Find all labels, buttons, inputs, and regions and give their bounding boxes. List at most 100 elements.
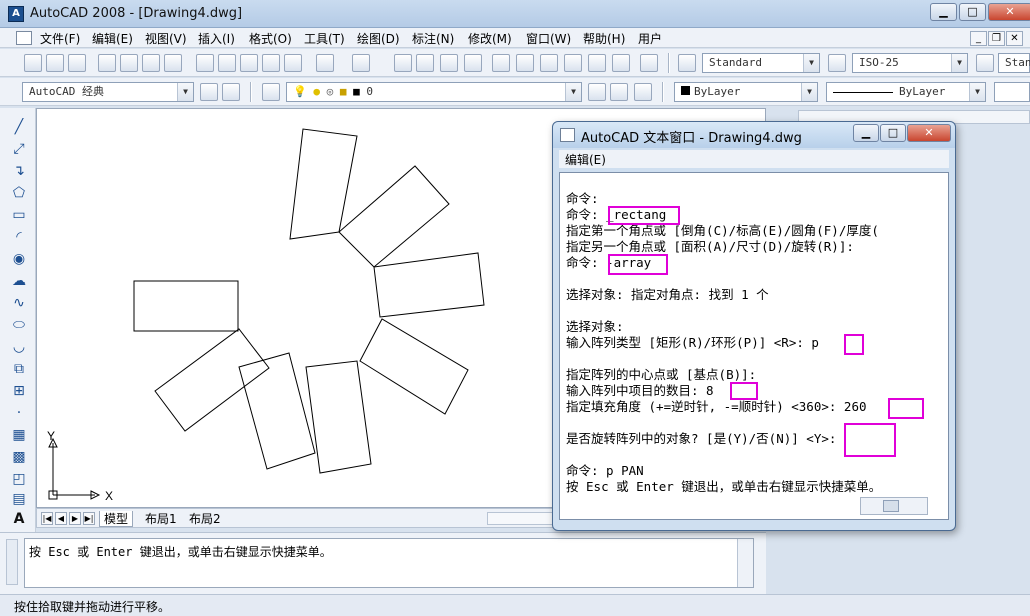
text-window-maximize-button[interactable]: □ xyxy=(880,124,906,142)
dim-style-icon[interactable] xyxy=(828,54,846,72)
new-icon[interactable] xyxy=(24,54,42,72)
calculator-icon[interactable] xyxy=(612,54,630,72)
make-block-icon[interactable]: ⊞ xyxy=(9,382,29,400)
dim-style-combo[interactable]: ISO-25 ▼ xyxy=(852,53,968,73)
tab-layout1[interactable]: 布局1 xyxy=(141,511,181,527)
zoom-realtime-icon[interactable] xyxy=(416,54,434,72)
make-layer-current-icon[interactable] xyxy=(588,83,606,101)
table-icon[interactable]: ▤ xyxy=(9,490,29,508)
plot-preview-icon[interactable] xyxy=(120,54,138,72)
color-combo[interactable]: ByLayer ▼ xyxy=(674,82,818,102)
multiline-text-icon[interactable]: A xyxy=(9,510,29,528)
help-icon[interactable] xyxy=(640,54,658,72)
close-button[interactable]: ✕ xyxy=(988,3,1030,21)
table-style-icon[interactable] xyxy=(976,54,994,72)
pan-icon[interactable] xyxy=(394,54,412,72)
rectangle-shape[interactable] xyxy=(359,318,469,415)
rectangle-shape[interactable] xyxy=(289,128,358,240)
command-line[interactable]: 按 Esc 或 Enter 键退出，或单击右键显示快捷菜单。 xyxy=(24,538,754,588)
text-style-icon[interactable] xyxy=(678,54,696,72)
menu-tools[interactable]: 工具(T) xyxy=(302,30,347,47)
layer-combo[interactable]: 💡 ● ◎ ■ ■ 0 ▼ xyxy=(286,82,582,102)
command-line-scrollbar[interactable] xyxy=(737,539,753,587)
insert-block-icon[interactable]: ⧉ xyxy=(9,360,29,378)
hatch-icon[interactable]: ▦ xyxy=(9,426,29,444)
rectangle-icon[interactable]: ▭ xyxy=(9,206,29,224)
polygon-icon[interactable]: ⬠ xyxy=(9,184,29,202)
autocad-app-icon[interactable]: A xyxy=(8,6,24,22)
properties-icon[interactable] xyxy=(492,54,510,72)
block-editor-icon[interactable] xyxy=(284,54,302,72)
table-style-combo[interactable]: Stan xyxy=(998,53,1030,73)
construction-line-icon[interactable]: ⤢ xyxy=(9,140,29,158)
text-style-combo[interactable]: Standard ▼ xyxy=(702,53,820,73)
menu-insert[interactable]: 插入(I) xyxy=(196,30,237,47)
text-window-history[interactable]: 命令: 命令: _rectang 指定第一个角点或 [倒角(C)/标高(E)/圆… xyxy=(559,172,949,520)
print-icon[interactable] xyxy=(98,54,116,72)
text-window-minimize-button[interactable]: ▁ xyxy=(853,124,879,142)
redo-icon[interactable] xyxy=(352,54,370,72)
ellipse-icon[interactable]: ⬭ xyxy=(9,316,29,334)
menu-file[interactable]: 文件(F) xyxy=(38,30,82,47)
tab-last-button[interactable]: ▶| xyxy=(83,512,95,525)
rectangle-shape[interactable] xyxy=(133,280,239,332)
doc-close-button[interactable]: ✕ xyxy=(1006,31,1023,46)
linetype-combo[interactable]: ByLayer ▼ xyxy=(826,82,986,102)
point-icon[interactable]: · xyxy=(9,404,29,422)
menu-view[interactable]: 视图(V) xyxy=(143,30,189,47)
region-icon[interactable]: ◰ xyxy=(9,470,29,488)
maximize-button[interactable]: □ xyxy=(959,3,986,21)
ellipse-arc-icon[interactable]: ◡ xyxy=(9,338,29,356)
tab-next-button[interactable]: ▶ xyxy=(69,512,81,525)
menu-edit[interactable]: 编辑(E) xyxy=(90,30,135,47)
menu-draw[interactable]: 绘图(D) xyxy=(355,30,402,47)
rectangle-shape[interactable] xyxy=(238,352,316,470)
workspace-settings-icon[interactable] xyxy=(200,83,218,101)
command-line-grip[interactable] xyxy=(6,539,18,585)
text-window[interactable]: AutoCAD 文本窗口 - Drawing4.dwg ▁ □ ✕ 编辑(E) … xyxy=(552,121,956,531)
paste-icon[interactable] xyxy=(240,54,258,72)
tab-prev-button[interactable]: ◀ xyxy=(55,512,67,525)
my-workspace-icon[interactable] xyxy=(222,83,240,101)
scroll-thumb[interactable] xyxy=(883,500,899,512)
undo-icon[interactable] xyxy=(316,54,334,72)
rectangle-shape[interactable] xyxy=(338,165,450,268)
polyline-icon[interactable]: ↴ xyxy=(9,162,29,180)
tab-first-button[interactable]: |◀ xyxy=(41,512,53,525)
menu-dimension[interactable]: 标注(N) xyxy=(410,30,456,47)
revision-cloud-icon[interactable]: ☁ xyxy=(9,272,29,290)
save-icon[interactable] xyxy=(68,54,86,72)
text-window-menu-edit[interactable]: 编辑(E) xyxy=(565,151,606,168)
zoom-previous-icon[interactable] xyxy=(464,54,482,72)
rectangle-shape[interactable] xyxy=(305,360,372,474)
doc-minimize-button[interactable]: _ xyxy=(970,31,987,46)
tab-layout2[interactable]: 布局2 xyxy=(185,511,225,527)
match-properties-icon[interactable] xyxy=(262,54,280,72)
document-icon[interactable] xyxy=(16,31,32,45)
menu-modify[interactable]: 修改(M) xyxy=(466,30,514,47)
gradient-icon[interactable]: ▩ xyxy=(9,448,29,466)
circle-icon[interactable]: ◉ xyxy=(9,250,29,268)
menu-user[interactable]: 用户 xyxy=(636,30,664,47)
3d-dwf-icon[interactable] xyxy=(164,54,182,72)
copy-icon[interactable] xyxy=(218,54,236,72)
doc-restore-button[interactable]: ❐ xyxy=(988,31,1005,46)
text-window-scrollbar[interactable] xyxy=(860,497,928,515)
markup-icon[interactable] xyxy=(588,54,606,72)
menu-format[interactable]: 格式(O) xyxy=(247,30,294,47)
menu-window[interactable]: 窗口(W) xyxy=(524,30,573,47)
design-center-icon[interactable] xyxy=(516,54,534,72)
layer-states-icon[interactable] xyxy=(634,83,652,101)
tool-palettes-icon[interactable] xyxy=(540,54,558,72)
tab-model[interactable]: 模型 xyxy=(99,511,134,527)
menu-help[interactable]: 帮助(H) xyxy=(581,30,627,47)
publish-icon[interactable] xyxy=(142,54,160,72)
zoom-window-icon[interactable] xyxy=(440,54,458,72)
line-icon[interactable]: ╱ xyxy=(9,118,29,136)
arc-icon[interactable]: ◜ xyxy=(9,228,29,246)
spline-icon[interactable]: ∿ xyxy=(9,294,29,312)
cut-icon[interactable] xyxy=(196,54,214,72)
open-icon[interactable] xyxy=(46,54,64,72)
minimize-button[interactable]: ▁ xyxy=(930,3,957,21)
rectangle-shape[interactable] xyxy=(373,252,485,318)
